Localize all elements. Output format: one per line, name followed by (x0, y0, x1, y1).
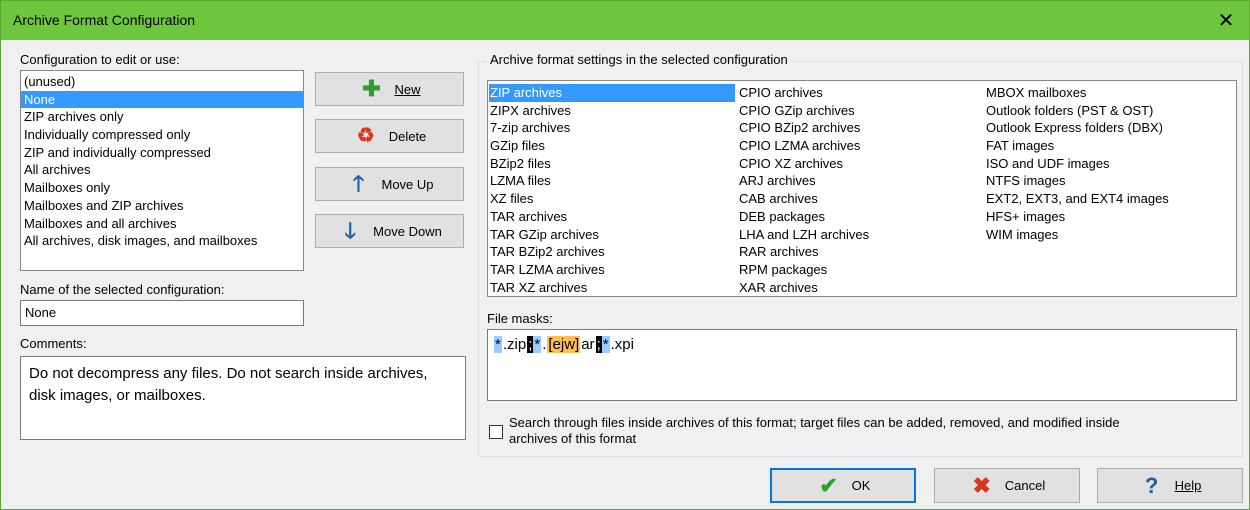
cancel-button-label: Cancel (1004, 478, 1046, 493)
config-list-item[interactable]: (unused) (21, 73, 303, 91)
config-list-item[interactable]: All archives, disk images, and mailboxes (21, 232, 303, 250)
search-inside-checkbox[interactable] (489, 425, 503, 439)
format-list-item[interactable]: BZip2 files (489, 155, 735, 173)
format-list-item[interactable]: CPIO LZMA archives (738, 137, 869, 155)
file-masks-label: File masks: (487, 311, 553, 326)
move-up-button-label: Move Up (381, 176, 434, 192)
format-list-item[interactable]: TAR BZip2 archives (489, 243, 735, 261)
delete-button-label: Delete (388, 128, 427, 144)
format-list-item[interactable]: CPIO BZip2 archives (738, 119, 869, 137)
format-list-item[interactable]: TAR GZip archives (489, 226, 735, 244)
plus-icon: ✚ (362, 76, 381, 101)
format-list-item[interactable]: Outlook folders (PST & OST) (985, 102, 1169, 120)
format-list-item[interactable]: DEB packages (738, 208, 869, 226)
new-button-label: New (394, 81, 421, 97)
format-list-item[interactable]: 7-zip archives (489, 119, 735, 137)
format-list-item[interactable]: TAR archives (489, 208, 735, 226)
format-list-item[interactable]: TAR XZ archives (489, 279, 735, 296)
name-field[interactable]: None (20, 300, 304, 326)
arrow-up-icon: 🡑 (352, 171, 365, 196)
comments-label: Comments: (20, 336, 87, 351)
format-list-item[interactable]: Outlook Express folders (DBX) (985, 119, 1169, 137)
format-list-item[interactable]: NTFS images (985, 172, 1169, 190)
file-mask-token: [ejw] (547, 336, 581, 353)
format-list-item[interactable]: CPIO XZ archives (738, 155, 869, 173)
config-list-item[interactable]: Individually compressed only (21, 126, 303, 144)
help-button[interactable]: ? Help (1097, 468, 1243, 503)
format-column-2: CPIO archives CPIO GZip archives CPIO BZip… (738, 84, 869, 296)
config-list-item[interactable]: All archives (21, 161, 303, 179)
format-list-item[interactable]: MBOX mailboxes (985, 84, 1169, 102)
file-mask-token: ar (581, 336, 595, 353)
format-list-item[interactable]: XAR archives (738, 279, 869, 296)
config-list-item[interactable]: Mailboxes and ZIP archives (21, 197, 303, 215)
question-icon: ? (1144, 472, 1159, 498)
file-mask-token: * (494, 336, 502, 353)
search-inside-line1: Search through files inside archives of … (509, 415, 1120, 430)
format-list-item[interactable]: RPM packages (738, 261, 869, 279)
move-down-button[interactable]: 🡓 Move Down (315, 214, 464, 248)
file-mask-token: .zip (502, 336, 527, 353)
format-list-item[interactable]: XZ files (489, 190, 735, 208)
config-list-item[interactable]: ZIP and individually compressed (21, 144, 303, 162)
recycle-icon: ♻ (356, 125, 375, 147)
comments-field[interactable]: Do not decompress any files. Do not sear… (20, 356, 466, 440)
config-list-item[interactable]: ZIP archives only (21, 108, 303, 126)
config-list-item[interactable]: Mailboxes only (21, 179, 303, 197)
config-list-item[interactable]: Mailboxes and all archives (21, 215, 303, 233)
format-list-item[interactable]: FAT images (985, 137, 1169, 155)
title-bar: Archive Format Configuration ✕ (1, 1, 1249, 40)
format-list-item[interactable]: CPIO GZip archives (738, 102, 869, 120)
file-masks-field[interactable]: * .zip; *. [ejw] ar; * .xpi (487, 329, 1237, 401)
window-title: Archive Format Configuration (13, 12, 196, 28)
file-mask-token: * (601, 336, 610, 353)
format-list-item[interactable]: ISO and UDF images (985, 155, 1169, 173)
delete-button[interactable]: ♻ Delete (315, 119, 464, 153)
format-column-3: MBOX mailboxes Outlook folders (PST & OST… (985, 84, 1169, 243)
ok-button[interactable]: ✔ OK (770, 468, 916, 503)
format-list-item[interactable]: ZIPX archives (489, 102, 735, 120)
format-column-1: ZIP archives ZIPX archives 7-zip archives G… (489, 84, 735, 296)
format-list-item[interactable]: LZMA files (489, 172, 735, 190)
ok-button-label: OK (851, 478, 871, 493)
move-down-button-label: Move Down (373, 223, 442, 239)
cancel-button[interactable]: ✖ Cancel (934, 468, 1080, 503)
format-list-item[interactable]: RAR archives (738, 243, 869, 261)
format-list-item[interactable]: CPIO archives (738, 84, 869, 102)
search-inside-line2: archives of this format (509, 431, 637, 446)
format-list-item[interactable]: HFS+ images (985, 208, 1169, 226)
format-list-item[interactable]: GZip files (489, 137, 735, 155)
format-list-item[interactable]: TAR LZMA archives (489, 261, 735, 279)
config-list-item[interactable]: None (21, 90, 303, 109)
config-list[interactable]: (unused) None ZIP archives only Individuall… (20, 70, 304, 271)
search-inside-label: Search through files inside archives of … (509, 415, 1120, 447)
file-mask-token: .xpi (610, 336, 634, 353)
checkmark-icon: ✔ (819, 472, 838, 498)
arrow-down-icon: 🡓 (344, 218, 356, 243)
name-field-label: Name of the selected configuration: (20, 282, 225, 297)
format-settings-label: Archive format settings in the selected … (486, 52, 792, 67)
format-list-item[interactable]: LHA and LZH archives (738, 226, 869, 244)
format-list-item[interactable]: ARJ archives (738, 172, 869, 190)
format-list-item[interactable]: EXT2, EXT3, and EXT4 images (985, 190, 1169, 208)
dialog-window: Archive Format Configuration ✕ Configura… (0, 0, 1250, 510)
format-list-item[interactable]: CAB archives (738, 190, 869, 208)
x-icon: ✖ (972, 472, 991, 498)
close-icon[interactable]: ✕ (1203, 1, 1249, 40)
format-list[interactable]: ZIP archives ZIPX archives 7-zip archives G… (487, 80, 1237, 297)
file-mask-token: ; (595, 336, 602, 353)
new-button[interactable]: ✚ New (315, 72, 464, 106)
format-list-item[interactable]: WIM images (985, 226, 1169, 244)
config-list-label: Configuration to edit or use: (20, 52, 180, 67)
help-button-label: Help (1174, 478, 1202, 493)
move-up-button[interactable]: 🡑 Move Up (315, 167, 464, 201)
format-list-item[interactable]: ZIP archives (489, 84, 735, 102)
